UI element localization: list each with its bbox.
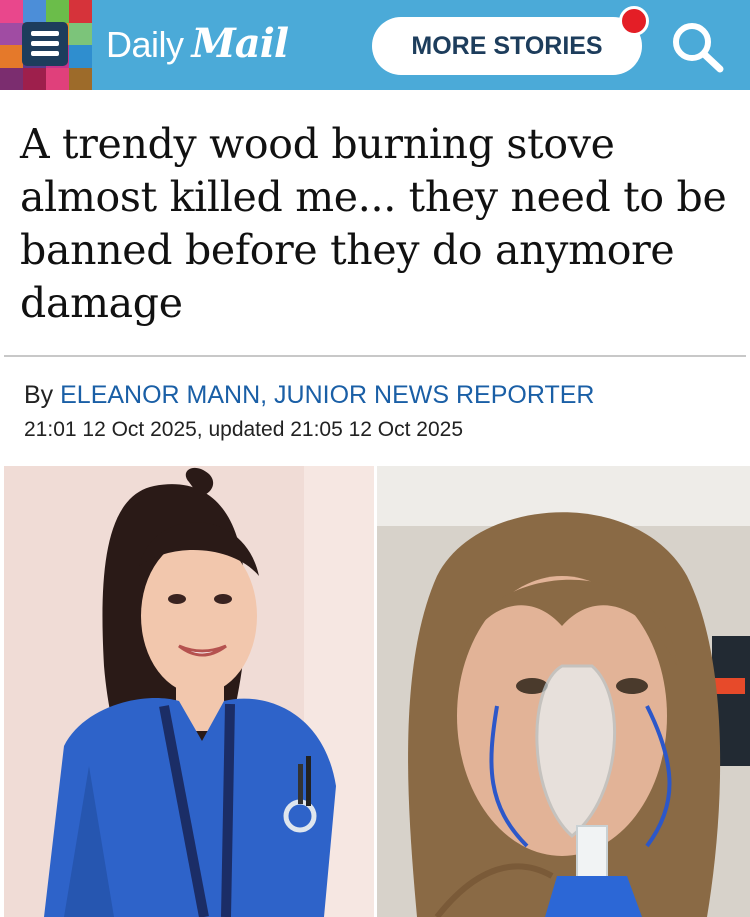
logo-daily: Daily <box>106 24 184 65</box>
byline: By ELEANOR MANN, JUNIOR NEWS REPORTER <box>24 381 594 410</box>
more-stories-label: MORE STORIES <box>411 31 603 60</box>
author-link[interactable]: ELEANOR MANN, JUNIOR NEWS REPORTER <box>60 381 594 409</box>
hamburger-menu-icon[interactable] <box>22 22 68 66</box>
search-icon[interactable] <box>668 19 728 75</box>
headline-divider <box>4 355 746 357</box>
top-navigation-bar: Daily Mail MORE STORIES <box>0 0 750 90</box>
byline-prefix: By <box>24 381 61 409</box>
logo-mail: Mail <box>191 20 290 67</box>
notification-dot <box>619 6 649 36</box>
photo-nurse-uniform[interactable] <box>4 466 374 917</box>
article-headline: A trendy wood burning stove almost kille… <box>20 120 727 327</box>
article-dateline: 21:01 12 Oct 2025, updated 21:05 12 Oct … <box>24 418 464 441</box>
more-stories-button[interactable]: MORE STORIES <box>372 17 642 75</box>
photo-hospital-oxygen-mask[interactable] <box>377 466 750 917</box>
daily-mail-logo[interactable]: Daily Mail <box>106 20 290 72</box>
